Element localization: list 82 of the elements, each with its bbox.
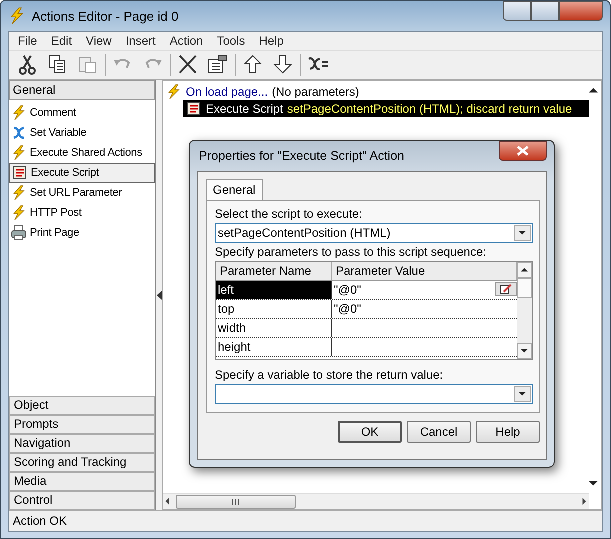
dialog-title: Properties for "Execute Script" Action	[199, 149, 404, 163]
edit-button[interactable]	[495, 282, 517, 296]
tab[interactable]: General	[206, 179, 263, 200]
pencil-icon	[500, 284, 512, 294]
close-icon	[517, 146, 529, 156]
menu-item[interactable]: View	[79, 34, 119, 48]
scrollbar-thumb[interactable]	[517, 278, 532, 298]
sidebar-item[interactable]: Print Page	[9, 223, 155, 243]
caret-icon	[521, 268, 528, 272]
node-label: On load page...	[186, 84, 268, 98]
caret-icon	[589, 480, 598, 487]
menu-item[interactable]: Tools	[210, 34, 252, 48]
node-detail: setPageContentPosition (HTML); discard return value	[287, 102, 572, 116]
collapse-arrow-icon[interactable]	[156, 290, 162, 300]
close-button[interactable]	[499, 141, 547, 161]
node-label: Execute Script	[206, 102, 284, 116]
category-header[interactable]: Prompts	[9, 415, 155, 434]
window-title: Actions Editor - Page id 0	[32, 8, 179, 24]
scroll-down-button[interactable]	[517, 343, 532, 359]
scroll-right-icon[interactable]	[580, 498, 589, 505]
tree-node[interactable]: On load page... (No parameters)	[163, 83, 589, 100]
menu-item[interactable]: Edit	[44, 34, 80, 48]
lightning-icon	[11, 145, 27, 161]
caret-icon	[519, 231, 526, 235]
dialog-button[interactable]: Cancel	[407, 421, 471, 443]
sidebar-item[interactable]: Set Variable	[9, 123, 155, 143]
table-cell[interactable]: height	[216, 338, 332, 356]
scroll-left-icon[interactable]	[163, 498, 172, 505]
lightning-icon	[11, 105, 27, 121]
category-header[interactable]: Control	[9, 491, 155, 510]
table-cell[interactable]: "@0"	[334, 281, 362, 299]
variable-icon	[11, 125, 27, 141]
table-cell[interactable]: "@0"	[334, 300, 362, 318]
dialog-button[interactable]: OK	[338, 421, 402, 443]
sidebar-item[interactable]: Comment	[9, 103, 155, 123]
scissors-icon[interactable]	[19, 55, 36, 75]
status-text: Action OK	[13, 514, 68, 528]
field-label: Specify parameters to pass to this script sequence:	[215, 245, 488, 259]
scroll-up-button[interactable]	[517, 262, 532, 278]
category-header[interactable]: Scoring and Tracking	[9, 453, 155, 472]
sidebar-item[interactable]: Execute Shared Actions	[9, 143, 155, 163]
grip-icon	[232, 498, 240, 504]
properties-icon[interactable]	[208, 56, 228, 74]
category-header[interactable]: Media	[9, 472, 155, 491]
field-label: Specify a variable to store the return value:	[215, 368, 444, 382]
column-header[interactable]: Parameter Name	[216, 262, 332, 280]
sidebar-item[interactable]: Execute Script	[9, 163, 155, 183]
script-dropdown[interactable]: setPageContentPosition (HTML)	[215, 223, 533, 243]
minimize-button[interactable]	[503, 1, 531, 21]
expression-icon[interactable]	[308, 58, 329, 70]
menu-item[interactable]: Action	[162, 34, 210, 48]
node-detail: (No parameters)	[272, 84, 360, 98]
up-arrow-icon[interactable]	[244, 55, 262, 74]
menu-item[interactable]: Help	[252, 34, 291, 48]
scroll-icon	[186, 100, 202, 116]
table-cell[interactable]: width	[216, 319, 332, 337]
scrollbar-thumb[interactable]	[176, 494, 296, 508]
table-cell[interactable]: left	[216, 281, 332, 299]
sidebar-item[interactable]: HTTP Post	[9, 203, 155, 223]
category-header[interactable]: Object	[9, 396, 155, 415]
lightning-icon	[11, 185, 27, 201]
dialog-button[interactable]: Help	[476, 421, 540, 443]
maximize-button[interactable]	[531, 1, 559, 21]
menu-item[interactable]: File	[11, 34, 44, 48]
lightning-icon	[166, 84, 182, 100]
menu-item[interactable]: Insert	[118, 34, 163, 48]
caret-icon	[521, 349, 528, 353]
caret-icon	[519, 392, 526, 396]
field-label: Select the script to execute:	[215, 207, 364, 221]
lightning-icon	[11, 205, 27, 221]
scroll-icon	[12, 165, 28, 181]
variable-dropdown[interactable]	[215, 384, 533, 404]
tree-node[interactable]: Execute Script setPageContentPosition (HTML); discard return value	[183, 100, 589, 117]
table-cell[interactable]: top	[216, 300, 332, 318]
down-arrow-icon[interactable]	[274, 56, 292, 74]
copy-icon[interactable]	[50, 56, 66, 74]
delete-icon[interactable]	[179, 55, 197, 74]
app-icon	[8, 7, 26, 25]
category-header[interactable]: Navigation	[9, 434, 155, 453]
caret-icon	[589, 87, 598, 94]
category-header[interactable]: General	[9, 80, 155, 100]
sidebar-item[interactable]: Set URL Parameter	[9, 183, 155, 203]
